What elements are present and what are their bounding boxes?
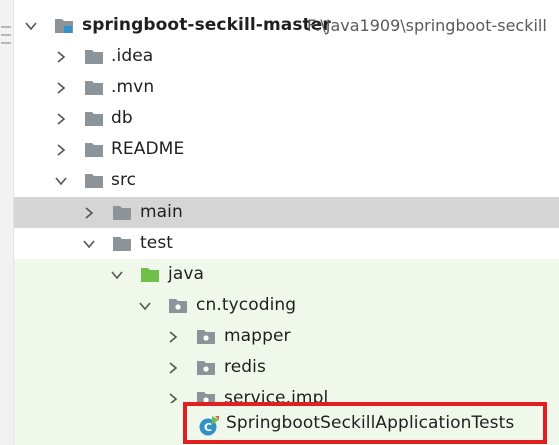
- tree-row-mvn[interactable]: .mvn: [14, 72, 559, 103]
- chevron-right-icon[interactable]: [54, 81, 68, 95]
- tree-row-main[interactable]: main: [14, 197, 559, 228]
- tree-row-java[interactable]: java: [14, 259, 559, 290]
- highlight-box: [183, 402, 547, 444]
- module-folder-icon: [54, 16, 74, 34]
- folder-icon: [84, 109, 104, 127]
- tree-row-idea[interactable]: .idea: [14, 41, 559, 72]
- tree-row-service[interactable]: service.impl: [14, 383, 559, 403]
- chevron-right-icon[interactable]: [54, 112, 68, 126]
- chevron-right-icon[interactable]: [166, 330, 180, 344]
- chevron-right-icon[interactable]: [82, 206, 96, 220]
- tree-row-src[interactable]: src: [14, 165, 559, 196]
- package-icon: [196, 327, 216, 345]
- project-tree[interactable]: springboot-seckill-master F:\Java1909\sp…: [14, 0, 559, 445]
- tree-label: src: [111, 170, 137, 190]
- tree-label: .idea: [111, 46, 154, 66]
- tree-row-mapper[interactable]: mapper: [14, 321, 559, 352]
- chevron-down-icon[interactable]: [110, 268, 124, 282]
- chevron-down-icon[interactable]: [82, 237, 96, 251]
- tree-row-redis[interactable]: redis: [14, 352, 559, 383]
- package-icon: [196, 389, 216, 403]
- tree-label: test: [140, 233, 174, 253]
- tree-row-package[interactable]: cn.tycoding: [14, 290, 559, 321]
- gutter-mark: [1, 42, 11, 44]
- tree-row-test[interactable]: test: [14, 228, 559, 259]
- chevron-down-icon[interactable]: [54, 174, 68, 188]
- project-path: F:\Java1909\springboot-seckill: [307, 16, 547, 35]
- tree-label: README: [111, 139, 185, 159]
- tree-label: mapper: [224, 326, 291, 346]
- chevron-down-icon[interactable]: [138, 299, 152, 313]
- tree-row-root[interactable]: springboot-seckill-master F:\Java1909\sp…: [14, 10, 559, 41]
- gutter-mark: [1, 34, 11, 36]
- package-icon: [168, 296, 188, 314]
- tree-label: cn.tycoding: [196, 295, 297, 315]
- folder-icon: [84, 47, 104, 65]
- test-sources-folder-icon: [140, 265, 160, 283]
- tree-label: .mvn: [111, 77, 155, 97]
- folder-icon: [84, 140, 104, 158]
- chevron-right-icon[interactable]: [54, 143, 68, 157]
- package-icon: [196, 358, 216, 376]
- tree-row-db[interactable]: db: [14, 103, 559, 134]
- folder-icon: [84, 78, 104, 96]
- chevron-right-icon[interactable]: [54, 50, 68, 64]
- chevron-right-icon[interactable]: [166, 392, 180, 403]
- folder-icon: [112, 234, 132, 252]
- folder-icon: [112, 203, 132, 221]
- left-gutter: [0, 0, 14, 445]
- tree-row-readme[interactable]: README: [14, 134, 559, 165]
- gutter-mark: [1, 26, 11, 28]
- chevron-down-icon[interactable]: [24, 19, 38, 33]
- tree-label: redis: [224, 357, 266, 377]
- tree-label: db: [111, 108, 133, 128]
- tree-label: springboot-seckill-master: [82, 15, 331, 35]
- tree-label: main: [140, 202, 183, 222]
- tree-label: service.impl: [224, 388, 329, 403]
- tree-label: java: [168, 264, 205, 284]
- folder-icon: [84, 171, 104, 189]
- chevron-right-icon[interactable]: [166, 361, 180, 375]
